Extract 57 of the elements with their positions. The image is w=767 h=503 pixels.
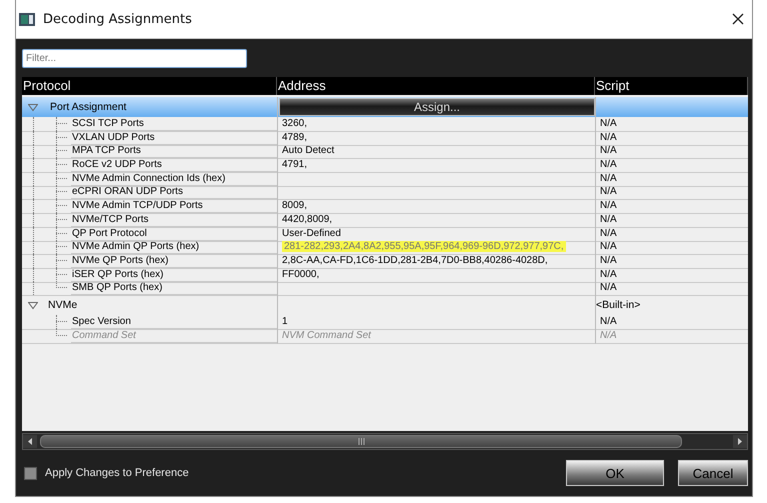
grip-icon (358, 438, 364, 445)
tree-item[interactable]: NVMe QP Ports (hex) (71, 254, 277, 268)
table-cell: N/A (595, 172, 748, 187)
table-cell: 4420,8009, (277, 212, 595, 228)
window-title: Decoding Assignments (43, 12, 193, 26)
table-cell: <Built-in> (595, 294, 748, 315)
table-cell: 281-282,293,2A4,8A2,955,95A,95F,964,969-96D,972,977,97C, (282, 241, 566, 252)
table-cell: N/A (595, 254, 748, 269)
table-cell: N/A (595, 185, 748, 200)
table-cell: 3260, (277, 117, 595, 132)
table-cell: N/A (595, 226, 748, 242)
cancel-button[interactable]: Cancel (678, 460, 748, 486)
table-cell: N/A (595, 328, 748, 344)
checkbox-label[interactable]: Apply Changes to Preference (45, 467, 558, 479)
expander-icon[interactable] (28, 302, 38, 312)
assign-button[interactable]: Assign... (279, 98, 595, 116)
table-cell: N/A (595, 240, 748, 256)
table-cell: 2,8C-AA,CA-FD,1C6-1DD,281-2B4,7D0-BB8,40286-4028D, (277, 254, 595, 269)
tree-item[interactable]: SCSI TCP Ports (71, 117, 277, 131)
expander-icon[interactable] (28, 104, 38, 114)
filter-field[interactable]: Filter... (22, 49, 247, 68)
table-cell: N/A (595, 212, 748, 228)
table-cell: N/A (595, 144, 748, 160)
table-cell: 1 (277, 314, 595, 330)
app-icon (19, 12, 35, 26)
table-cell: N/A (595, 199, 748, 214)
tree-item[interactable]: RoCE v2 UDP Ports (71, 158, 277, 172)
table-cell: N/A (595, 281, 748, 296)
tree-item[interactable]: MPA TCP Ports (71, 144, 277, 158)
tree-group-row[interactable]: Port Assignment (22, 97, 277, 117)
tree-item[interactable]: eCPRI ORAN UDP Ports (71, 185, 277, 200)
tree-item[interactable]: iSER QP Ports (hex) (71, 268, 277, 282)
table-cell: N/A (595, 268, 748, 283)
tree-group-row[interactable]: NVMe (22, 294, 277, 315)
checkbox[interactable] (24, 466, 37, 480)
table-cell: N/A (595, 314, 748, 330)
table-cell: Auto Detect (277, 144, 595, 160)
tree-item[interactable]: SMB QP Ports (hex) (71, 281, 277, 296)
tree-item[interactable]: Spec Version (71, 314, 277, 329)
close-icon[interactable] (732, 13, 744, 25)
table-cell: 4791, (277, 158, 595, 174)
tree-item[interactable]: VXLAN UDP Ports (71, 130, 277, 145)
tree-item[interactable]: NVMe Admin TCP/UDP Ports (71, 199, 277, 214)
table-cell: N/A (595, 117, 748, 132)
table-cell: FF0000, (277, 268, 595, 283)
tree-item[interactable]: NVMe Admin Connection Ids (hex) (71, 172, 277, 186)
scroll-right-icon[interactable] (733, 435, 747, 448)
table-cell: N/A (595, 158, 748, 174)
ok-button[interactable]: OK (566, 460, 664, 486)
tree-item[interactable]: QP Port Protocol (71, 226, 277, 240)
table-cell: 8009, (277, 199, 595, 214)
scroll-left-icon[interactable] (23, 435, 37, 448)
tree-item[interactable]: NVMe Admin QP Ports (hex) (71, 240, 277, 254)
tree-item[interactable]: NVMe/TCP Ports (71, 212, 277, 227)
table-cell: NVM Command Set (277, 328, 595, 344)
table-cell: 4789, (277, 130, 595, 146)
table-cell: N/A (595, 130, 748, 146)
